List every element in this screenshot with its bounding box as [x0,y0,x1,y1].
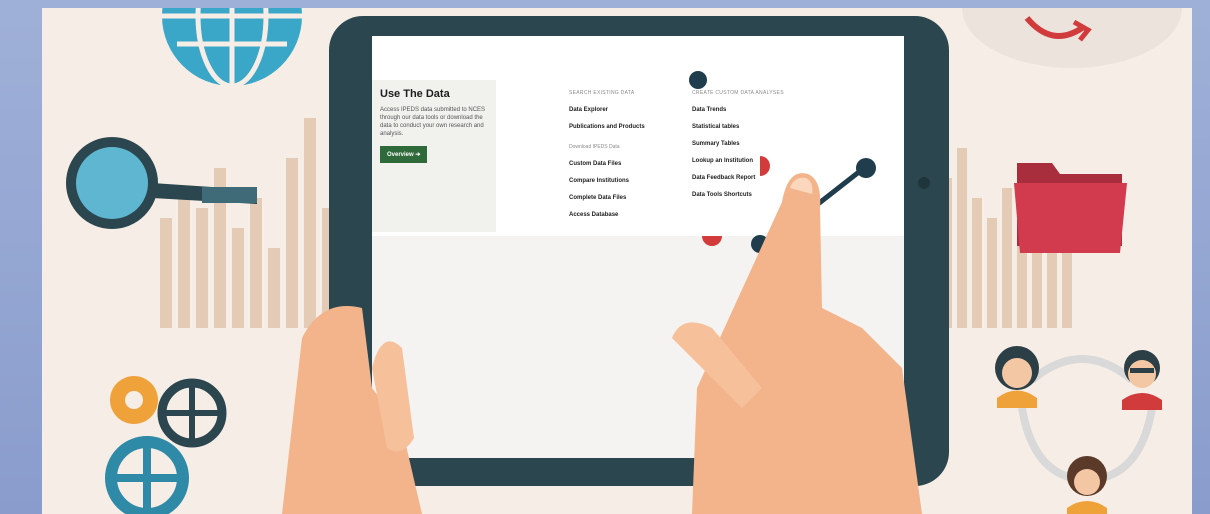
create-heading: CREATE CUSTOM DATA ANALYSES [692,90,784,96]
search-data-column: SEARCH EXISTING DATA Data Explorer Publi… [569,90,645,218]
folder-icon [1014,163,1127,253]
create-analyses-column: CREATE CUSTOM DATA ANALYSES Data Trends … [692,90,784,198]
menu-link-data-explorer[interactable]: Data Explorer [569,107,645,113]
menu-link-statistical-tables[interactable]: Statistical tables [692,124,784,130]
menu-link-custom-data-files[interactable]: Custom Data Files [569,161,645,167]
menu-link-data-feedback-report[interactable]: Data Feedback Report [692,175,784,181]
hero-illustration: Use The Data Access IPEDS data submitted… [42,8,1192,514]
menu-link-data-trends[interactable]: Data Trends [692,107,784,113]
menu-link-complete-data-files[interactable]: Complete Data Files [569,195,645,201]
menu-link-publications[interactable]: Publications and Products [569,124,645,130]
use-the-data-menu: Use The Data Access IPEDS data submitted… [372,80,892,240]
menu-link-summary-tables[interactable]: Summary Tables [692,141,784,147]
search-heading: SEARCH EXISTING DATA [569,90,635,96]
menu-title: Use The Data [380,88,450,100]
download-heading: Download IPEDS Data [569,144,620,150]
menu-link-compare-institutions[interactable]: Compare Institutions [569,178,645,184]
menu-link-access-database[interactable]: Access Database [569,212,645,218]
menu-description: Access IPEDS data submitted to NCES thro… [380,107,486,137]
overview-button[interactable]: Overview ➔ [380,146,428,163]
menu-intro-panel: Use The Data Access IPEDS data submitted… [372,80,496,232]
menu-link-lookup-institution[interactable]: Lookup an Institution [692,158,784,164]
menu-link-data-tools-shortcuts[interactable]: Data Tools Shortcuts [692,192,784,198]
